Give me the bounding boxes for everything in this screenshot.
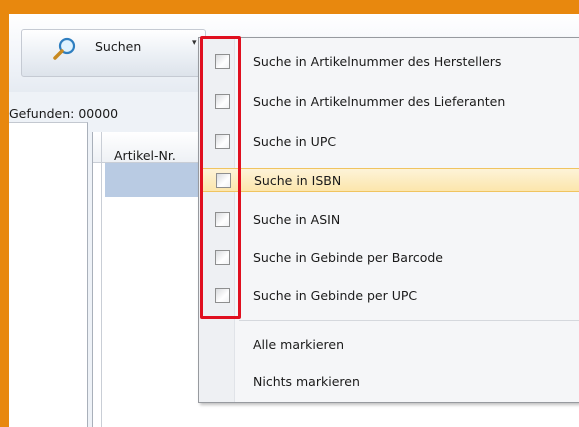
search-button-label: Suchen [95, 39, 142, 54]
search-options-menu: Suche in Artikelnummer des Herstellers S… [198, 37, 579, 403]
menu-separator [239, 320, 579, 321]
menu-item-label: Suche in ISBN [254, 173, 342, 188]
menu-item-label: Suche in Artikelnummer des Lieferanten [253, 94, 506, 109]
menu-item-label: Nichts markieren [253, 374, 360, 389]
search-button[interactable]: Suchen ▾ [21, 29, 206, 77]
menu-item-label: Suche in Artikelnummer des Herstellers [253, 54, 502, 69]
menu-item-gebinde-barcode[interactable]: Suche in Gebinde per Barcode [201, 246, 579, 270]
menu-item-asin[interactable]: Suche in ASIN [201, 208, 579, 232]
search-icon [53, 37, 76, 60]
column-header-artikel-nr[interactable]: Artikel-Nr. [114, 148, 176, 163]
grid-divider [101, 132, 102, 427]
menu-item-nichts-markieren[interactable]: Nichts markieren [201, 370, 579, 394]
menu-item-label: Suche in UPC [253, 134, 337, 149]
annotation-highlight-box [200, 36, 241, 319]
menu-item-artikelnummer-hersteller[interactable]: Suche in Artikelnummer des Herstellers [201, 50, 579, 74]
menu-item-label: Alle markieren [253, 337, 345, 352]
found-count: Gefunden: 00000 [9, 106, 119, 121]
menu-item-label: Suche in Gebinde per Barcode [253, 250, 443, 265]
menu-item-upc[interactable]: Suche in UPC [201, 130, 579, 154]
menu-item-label: Suche in Gebinde per UPC [253, 288, 418, 303]
chevron-down-icon[interactable]: ▾ [192, 38, 197, 48]
menu-item-gebinde-upc[interactable]: Suche in Gebinde per UPC [201, 284, 579, 308]
menu-item-alle-markieren[interactable]: Alle markieren [201, 333, 579, 357]
left-panel [9, 122, 88, 427]
menu-item-isbn[interactable]: Suche in ISBN [201, 168, 579, 192]
menu-item-artikelnummer-lieferant[interactable]: Suche in Artikelnummer des Lieferanten [201, 90, 579, 114]
menu-item-label: Suche in ASIN [253, 212, 341, 227]
